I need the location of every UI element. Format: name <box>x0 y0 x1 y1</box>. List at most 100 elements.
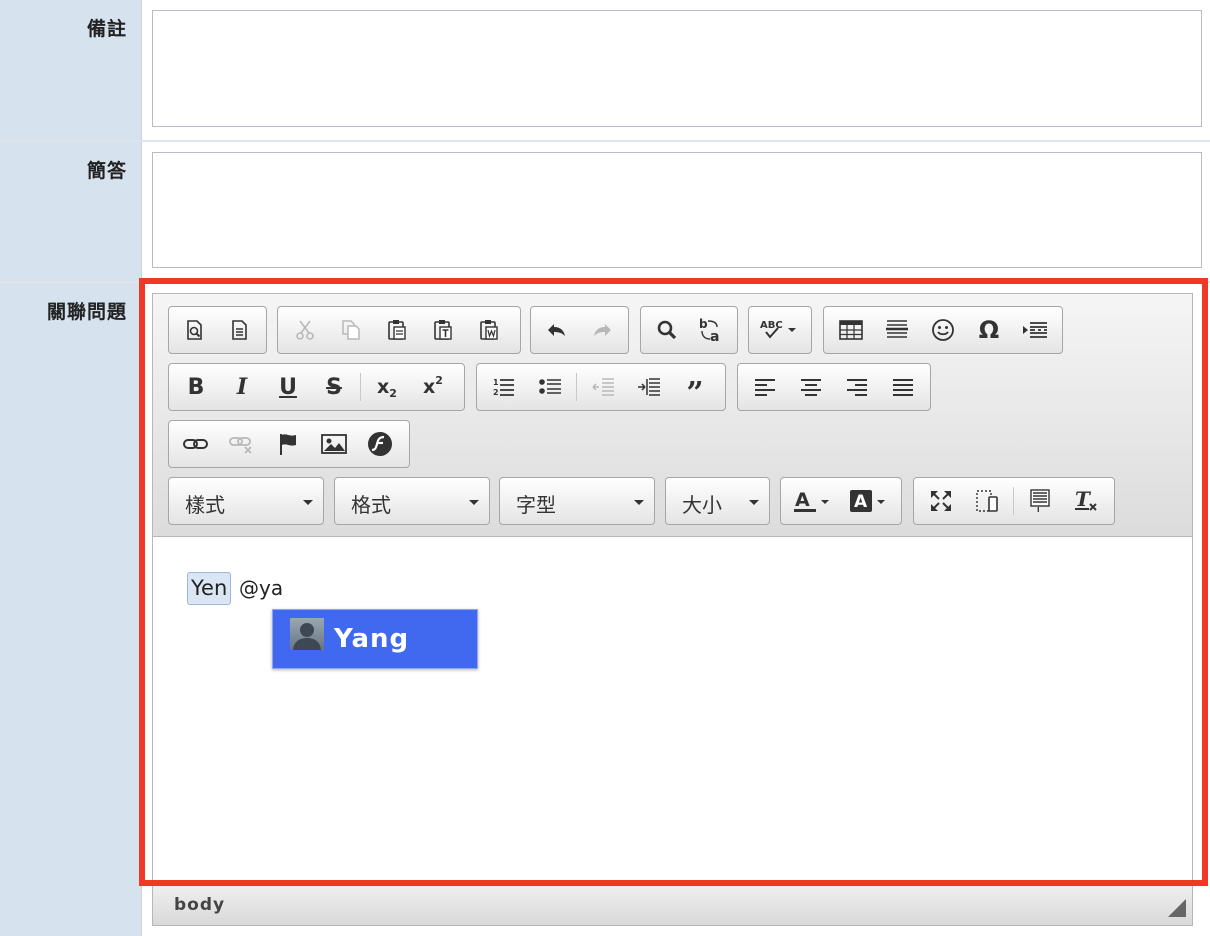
italic-icon[interactable]: I <box>219 367 265 407</box>
editor-status-bar: body <box>153 883 1192 925</box>
short-answer-row: 簡答 <box>0 142 1210 282</box>
outdent-icon[interactable] <box>580 367 626 407</box>
svg-text:a: a <box>710 329 719 343</box>
spellcheck-group: ABC <box>748 306 812 354</box>
blockquote-icon[interactable]: ” <box>672 367 718 411</box>
align-center-icon[interactable] <box>788 367 834 407</box>
page-break-icon[interactable] <box>1012 310 1058 350</box>
text-color-icon[interactable]: A <box>785 481 841 521</box>
unlink-icon[interactable] <box>219 424 265 464</box>
size-combo[interactable]: 大小 <box>665 477 770 525</box>
numbered-list-icon[interactable]: 12 <box>481 367 527 407</box>
remark-label-col: 備註 <box>0 0 142 141</box>
bold-icon[interactable]: B <box>173 367 219 407</box>
show-blocks-icon[interactable] <box>964 481 1010 521</box>
superscript-icon[interactable]: x2 <box>410 367 456 407</box>
smiley-icon[interactable] <box>920 310 966 350</box>
toolbar-separator <box>1013 487 1014 515</box>
cut-icon[interactable] <box>282 310 328 350</box>
svg-text:1: 1 <box>493 378 499 387</box>
svg-text:A: A <box>795 489 810 511</box>
element-path[interactable]: body <box>174 895 225 915</box>
colors-group: A A <box>780 477 902 525</box>
svg-text:I: I <box>1037 506 1040 513</box>
user-avatar-icon <box>290 618 324 650</box>
font-combo-label: 字型 <box>516 493 556 517</box>
find-group: ba <box>640 306 738 354</box>
mention-suggestion-item[interactable]: Yang <box>272 609 478 669</box>
horizontal-rule-icon[interactable] <box>874 310 920 350</box>
bg-color-icon[interactable]: A <box>841 481 897 521</box>
styles-combo-label: 樣式 <box>185 493 225 517</box>
source-icon[interactable]: I <box>1017 481 1063 521</box>
justify-icon[interactable] <box>880 367 926 407</box>
redo-icon[interactable] <box>580 310 625 350</box>
short-answer-textarea[interactable] <box>152 152 1202 268</box>
chevron-down-icon <box>469 500 479 505</box>
svg-text:ABC: ABC <box>760 320 783 331</box>
table-icon[interactable] <box>828 310 874 350</box>
align-right-icon[interactable] <box>834 367 880 407</box>
size-combo-label: 大小 <box>682 493 722 517</box>
styles-combo[interactable]: 樣式 <box>168 477 324 525</box>
rich-text-editor: ba ABC Ω B I U S x 2 x 2 1 2 ” 樣式 格式 字型 … <box>152 293 1193 926</box>
preview-icon[interactable] <box>173 310 218 350</box>
links-group <box>168 420 410 468</box>
remark-label: 備註 <box>86 18 127 40</box>
typed-mention-text: @ya <box>239 576 284 600</box>
svg-text:T: T <box>1075 489 1092 511</box>
remark-row: 備註 <box>0 0 1210 141</box>
chevron-down-icon <box>634 500 644 505</box>
anchor-icon[interactable] <box>265 424 311 464</box>
chevron-down-icon <box>749 500 759 505</box>
mention-chip[interactable]: Yen <box>187 572 232 605</box>
find-icon[interactable] <box>645 310 689 350</box>
spellcheck-icon[interactable]: ABC <box>753 310 807 350</box>
alignment-group <box>737 363 931 411</box>
format-combo-label: 格式 <box>351 493 391 517</box>
strike-icon[interactable]: S <box>311 367 357 407</box>
bulleted-list-icon[interactable] <box>527 367 573 407</box>
align-left-icon[interactable] <box>742 367 788 407</box>
basic-styles-group: B I U S x2 x2 <box>168 363 465 411</box>
editor-toolbar: ba ABC Ω B I U S x 2 x 2 1 2 ” 樣式 格式 字型 … <box>153 294 1192 537</box>
related-question-label: 關聯問題 <box>46 301 127 323</box>
svg-text:2: 2 <box>493 388 499 397</box>
undo-icon[interactable] <box>535 310 580 350</box>
format-combo[interactable]: 格式 <box>334 477 490 525</box>
chevron-down-icon <box>303 500 313 505</box>
paste-text-icon[interactable] <box>420 310 466 350</box>
history-group <box>530 306 629 354</box>
remark-textarea[interactable] <box>152 10 1202 127</box>
maximize-icon[interactable] <box>918 481 964 521</box>
related-question-label-col: 關聯問題 <box>0 283 142 936</box>
paste-word-icon[interactable] <box>466 310 512 350</box>
remove-format-icon[interactable]: T <box>1063 481 1109 521</box>
svg-text:A: A <box>854 492 868 512</box>
resize-handle-icon[interactable] <box>1168 899 1186 917</box>
svg-text:b: b <box>699 317 708 331</box>
toolbar-separator <box>576 373 577 401</box>
underline-icon[interactable]: U <box>265 367 311 407</box>
document-group <box>168 306 267 354</box>
short-answer-label-col: 簡答 <box>0 142 142 282</box>
paste-icon[interactable] <box>374 310 420 350</box>
short-answer-label: 簡答 <box>86 160 127 182</box>
replace-icon[interactable]: ba <box>689 310 733 350</box>
paragraph-group: 12 ” <box>476 363 726 411</box>
suggestion-name: Yang <box>334 624 410 654</box>
link-icon[interactable] <box>173 424 219 464</box>
subscript-icon[interactable]: x2 <box>364 367 410 407</box>
indent-icon[interactable] <box>626 367 672 407</box>
special-char-icon[interactable]: Ω <box>966 310 1012 350</box>
font-combo[interactable]: 字型 <box>499 477 655 525</box>
toolbar-separator <box>360 373 361 401</box>
editor-content[interactable]: Yen @ya Yang <box>153 538 1192 881</box>
copy-icon[interactable] <box>328 310 374 350</box>
tools-group: I T <box>913 477 1115 525</box>
templates-icon[interactable] <box>218 310 263 350</box>
clipboard-group <box>277 306 521 354</box>
insert-group: Ω <box>823 306 1063 354</box>
flash-icon[interactable] <box>357 424 403 464</box>
image-icon[interactable] <box>311 424 357 464</box>
